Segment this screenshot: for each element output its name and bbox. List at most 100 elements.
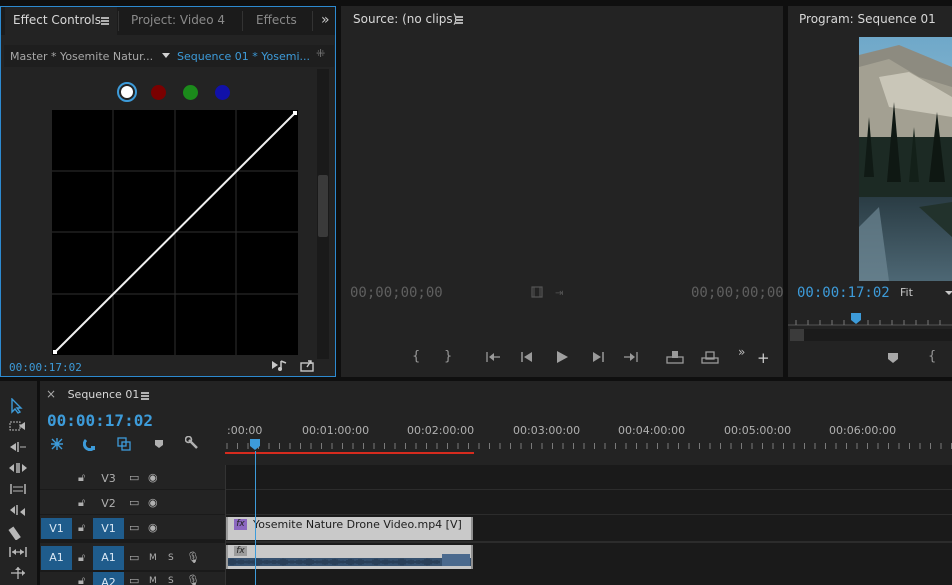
timeline-tab-label: Sequence 01 [67,388,140,401]
step-forward-button[interactable] [591,351,605,363]
video-clip-label: Yosemite Nature Drone Video.mp4 [V] [253,518,462,531]
program-zoom-scrollbar[interactable] [790,329,804,341]
a2-sync-lock-icon[interactable]: ▭ [129,574,139,585]
tab-project[interactable]: Project: Video 4 [123,7,233,35]
source-tabbar: Source: (no clips) [341,6,783,34]
effect-controls-scrollbar[interactable] [317,69,329,359]
track-a2-label[interactable]: A2 [93,572,124,585]
v1-lock-icon[interactable]: 🔓︎ [78,521,85,535]
source-add-button-icon[interactable]: + [757,351,770,366]
track-v3-label[interactable]: V3 [93,468,124,489]
v2-eye-icon[interactable]: ◉ [148,496,158,510]
v3-sync-lock-icon[interactable]: ▭ [129,471,139,485]
linked-selection-icon[interactable] [117,437,131,454]
a2-solo-button[interactable]: S [168,574,174,585]
channel-selector-green[interactable] [183,85,198,100]
a1-lock-icon[interactable]: 🔓︎ [78,551,85,565]
add-marker-button[interactable] [887,352,899,364]
tabs-overflow-icon[interactable]: » [321,12,330,28]
a2-mute-button[interactable]: M [149,574,157,585]
sequence-dropdown-arrow-icon[interactable] [162,53,170,58]
audio-clip[interactable]: fx [226,545,473,569]
selection-tool-icon[interactable] [8,397,28,414]
video-clip[interactable]: fx Yosemite Nature Drone Video.mp4 [V] [226,517,473,540]
program-title: Program: Sequence 01 [799,12,936,26]
mark-in-button[interactable]: { [412,349,420,364]
timeline-tab[interactable]: × Sequence 01 [46,387,139,403]
add-marker-icon[interactable] [154,439,164,452]
step-back-button[interactable] [520,351,534,363]
program-timecode[interactable]: 00:00:17:02 [797,285,890,301]
v1-eye-icon[interactable]: ◉ [148,521,158,535]
close-tab-icon[interactable]: × [46,387,56,401]
program-mark-in-button[interactable]: { [928,349,936,364]
channel-selector-blue[interactable] [215,85,230,100]
insert-overwrite-sequences-icon[interactable] [50,437,64,454]
program-fit-dropdown[interactable]: Fit [900,286,952,302]
effect-controls-menu-icon[interactable] [101,17,111,25]
a1-source-patch[interactable]: A1 [41,546,72,570]
track-v1-label[interactable]: V1 [93,518,124,539]
playhead-line[interactable] [255,451,256,585]
curve-point-end [293,111,297,115]
play-audio-icon[interactable] [272,360,288,372]
panel-grip-icon[interactable]: ⁜ [316,47,325,60]
v1-sync-lock-icon[interactable]: ▭ [129,521,139,535]
v1-source-patch[interactable]: V1 [41,518,72,539]
program-video-frame[interactable] [859,37,952,281]
insert-button[interactable] [666,350,684,364]
track-v2-label[interactable]: V2 [93,493,124,514]
pen-tool-icon[interactable] [8,566,28,582]
rate-stretch-tool-icon[interactable] [8,482,28,498]
v3-lock-icon[interactable]: 🔓︎ [78,471,85,485]
play-button[interactable] [555,350,569,364]
master-clip-label[interactable]: Master * Yosemite Natur... [10,50,153,63]
a2-lock-icon[interactable]: 🔓︎ [78,574,85,585]
go-to-in-button[interactable] [485,351,501,363]
a1-mute-button[interactable]: M [149,551,157,565]
scrollbar-thumb[interactable] [318,175,328,237]
tab-source[interactable]: Source: (no clips) [345,6,505,34]
a1-sync-lock-icon[interactable]: ▭ [129,551,139,565]
program-scroll-track[interactable] [804,329,952,341]
sequence-clip-label[interactable]: Sequence 01 * Yosemi... [177,50,310,63]
rolling-edit-tool-icon[interactable] [8,461,28,477]
overwrite-button[interactable] [701,350,719,364]
channel-selector-red[interactable] [151,85,166,100]
ripple-edit-tool-icon[interactable] [8,440,28,456]
mark-out-button[interactable]: } [444,349,452,364]
timeline-settings-wrench-icon[interactable] [184,435,199,453]
a1-voiceover-mic-icon[interactable]: 🎙︎ [186,551,200,565]
timeline-menu-icon[interactable] [141,392,151,400]
timeline-timecode[interactable]: 00:00:17:02 [47,411,153,430]
timeline-ruler[interactable]: :00:00 00:01:00:00 00:02:00:00 00:03:00:… [225,419,952,455]
a1-solo-button[interactable]: S [168,551,174,565]
source-drag-audio-icon[interactable]: ⇥ [555,288,563,299]
go-to-out-button[interactable] [623,351,639,363]
track-select-tool-icon[interactable] [8,419,28,435]
v3-eye-icon[interactable]: ◉ [148,471,158,485]
channel-selector-white[interactable] [117,82,137,102]
slide-tool-icon[interactable] [8,545,28,561]
v2-lock-icon[interactable]: 🔓︎ [78,496,85,510]
razor-tool-icon[interactable] [8,503,28,519]
export-frame-icon[interactable] [300,359,314,372]
ruler-label-6: 00:06:00:00 [829,424,897,437]
source-more-buttons-icon[interactable]: » [738,345,745,359]
program-mini-ruler[interactable] [788,312,952,326]
tab-program[interactable]: Program: Sequence 01 [791,6,951,34]
source-timecode-in[interactable]: 00;00;00;00 [350,285,443,301]
slip-tool-icon[interactable] [8,524,28,541]
source-timecode-duration[interactable]: 00;00;00;00 [691,285,784,301]
effect-controls-timecode[interactable]: 00:00:17:02 [9,361,82,374]
rgb-curves-graph[interactable] [52,110,298,355]
ruler-label-4: 00:04:00:00 [618,424,686,437]
source-drag-video-icon[interactable] [531,286,543,298]
tab-effects[interactable]: Effects [248,7,308,35]
snap-magnet-icon[interactable] [82,437,97,454]
video-clip-fx-badge[interactable]: fx [234,519,247,530]
source-menu-icon[interactable] [455,16,465,24]
track-a1-label[interactable]: A1 [93,546,124,570]
a2-voiceover-mic-icon[interactable]: 🎙︎ [186,574,200,585]
v2-sync-lock-icon[interactable]: ▭ [129,496,139,510]
